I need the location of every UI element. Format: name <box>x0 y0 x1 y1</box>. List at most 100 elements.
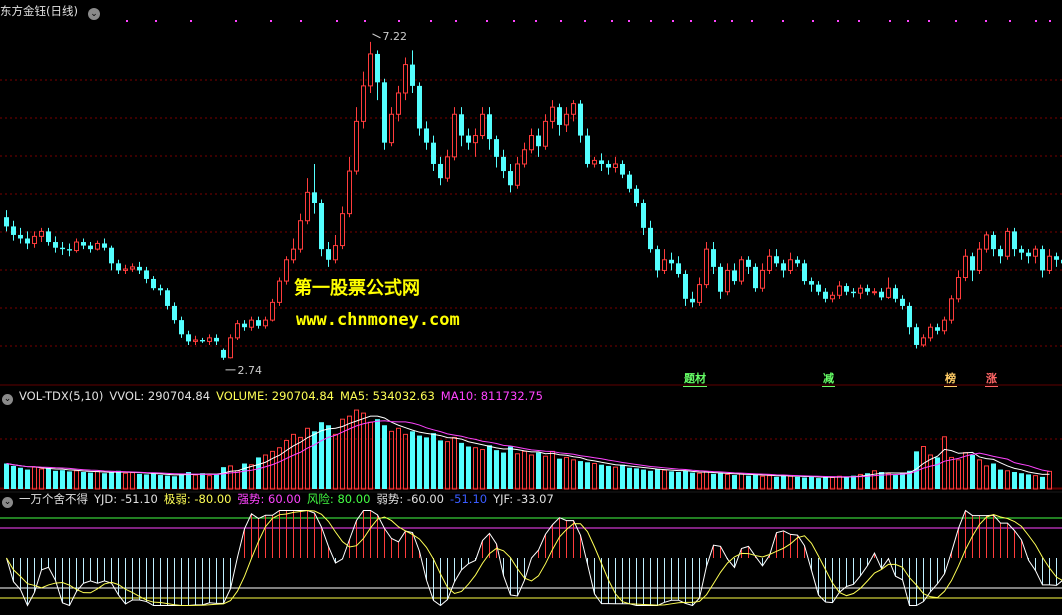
volume-bar <box>641 470 646 489</box>
marker-dot <box>628 20 630 22</box>
candle <box>991 235 996 249</box>
volume-bar <box>438 440 443 489</box>
marker-dot <box>714 20 716 22</box>
candle <box>214 338 219 342</box>
candle <box>60 248 65 249</box>
volume-bar <box>978 460 982 489</box>
volume-bar <box>943 437 947 489</box>
volume-bar <box>551 451 555 489</box>
volume-bar <box>501 453 506 489</box>
volume-bar <box>523 451 527 489</box>
volume-bar <box>33 467 37 489</box>
volume-bar <box>375 419 380 489</box>
volume-bar <box>151 473 156 489</box>
chevron-down-icon[interactable]: ⌄ <box>2 394 13 405</box>
candle <box>67 249 72 250</box>
candle <box>585 136 590 164</box>
volume-bar <box>75 471 79 489</box>
candle <box>369 54 373 86</box>
volume-bar <box>158 475 163 489</box>
marker-dot <box>270 20 272 22</box>
volume-bar <box>1012 472 1017 489</box>
vvol-label: VVOL: 290704.84 <box>109 389 210 403</box>
candle <box>424 128 429 142</box>
marker-dot <box>430 20 432 22</box>
volume-bar <box>109 472 114 489</box>
volume-bar <box>214 474 219 489</box>
volume-bar <box>312 431 317 489</box>
candle <box>404 65 408 93</box>
indicator-name[interactable]: 一万个舍不得 <box>19 492 88 506</box>
volume-bar <box>137 474 142 489</box>
candle <box>194 340 198 341</box>
stock-title[interactable]: 东方金钰(日线) <box>0 4 78 18</box>
volume-bar <box>417 436 422 489</box>
volume-bar <box>761 476 765 489</box>
volume-ma-lines <box>7 416 1050 477</box>
watermark-url: www.chnmoney.com <box>296 310 460 330</box>
candle <box>362 86 366 121</box>
chevron-down-icon[interactable]: ⌄ <box>2 497 13 508</box>
candle <box>179 320 184 334</box>
volume-indicator-name[interactable]: VOL-TDX(5,10) <box>19 389 103 403</box>
candle <box>726 270 730 291</box>
volume-bar <box>221 467 226 489</box>
marker-dot <box>398 20 400 22</box>
chevron-down-icon[interactable]: ⌄ <box>88 8 100 20</box>
marker-dot <box>486 20 488 22</box>
volume-bar <box>397 428 401 489</box>
candle <box>950 299 954 320</box>
volume-bar <box>935 457 940 489</box>
volume-bar <box>124 473 128 489</box>
tag-jian[interactable]: 减 <box>822 372 835 387</box>
candle <box>838 286 842 295</box>
candle <box>131 267 135 269</box>
volume-label: VOLUME: 290704.84 <box>216 389 334 403</box>
volume-bar <box>705 472 709 489</box>
volume-bar <box>620 465 625 489</box>
volume-bar <box>40 469 44 489</box>
volume-bar <box>487 445 492 489</box>
candle <box>466 136 471 143</box>
marker-dot <box>535 20 537 22</box>
volume-bar <box>530 455 534 489</box>
candle <box>781 263 786 270</box>
volume-bar <box>494 450 499 489</box>
volume-bar <box>410 431 415 489</box>
volume-bar <box>985 466 989 489</box>
candle <box>789 260 793 271</box>
candle <box>186 334 191 341</box>
volume-bar <box>585 462 590 489</box>
fengxian-label: 风险: 80.00 <box>307 492 370 506</box>
tag-ticai[interactable]: 题材 <box>683 372 707 387</box>
volume-bar <box>831 477 835 489</box>
candle <box>165 290 170 306</box>
top-dots <box>126 20 1051 22</box>
chart-canvas[interactable]: 7.222.74 <box>0 0 1062 611</box>
volume-bar <box>285 440 289 489</box>
volume-bar <box>893 475 898 489</box>
volume-bar <box>851 476 856 489</box>
tag-zhang[interactable]: 涨 <box>985 372 998 387</box>
candle <box>614 164 618 168</box>
marker-dot <box>1049 20 1051 22</box>
volume-bar <box>565 457 569 489</box>
volume-bar <box>390 431 394 489</box>
volume-bar <box>179 474 184 489</box>
candle <box>985 235 989 249</box>
marker-dot <box>858 20 860 22</box>
candle <box>88 246 93 250</box>
tag-bang[interactable]: 榜 <box>944 372 957 387</box>
volume-bar <box>46 468 51 489</box>
volume-bar <box>319 422 324 489</box>
candle <box>81 242 86 246</box>
volume-bar <box>172 476 177 489</box>
volume-bar <box>606 466 611 489</box>
candle <box>151 279 156 288</box>
volume-bar <box>466 447 471 490</box>
price-header: 东方金钰(日线) ⌄ <box>0 2 106 20</box>
candle <box>312 192 317 203</box>
volume-bar <box>1034 476 1038 489</box>
volume-bar <box>131 473 135 489</box>
candle <box>33 236 37 243</box>
